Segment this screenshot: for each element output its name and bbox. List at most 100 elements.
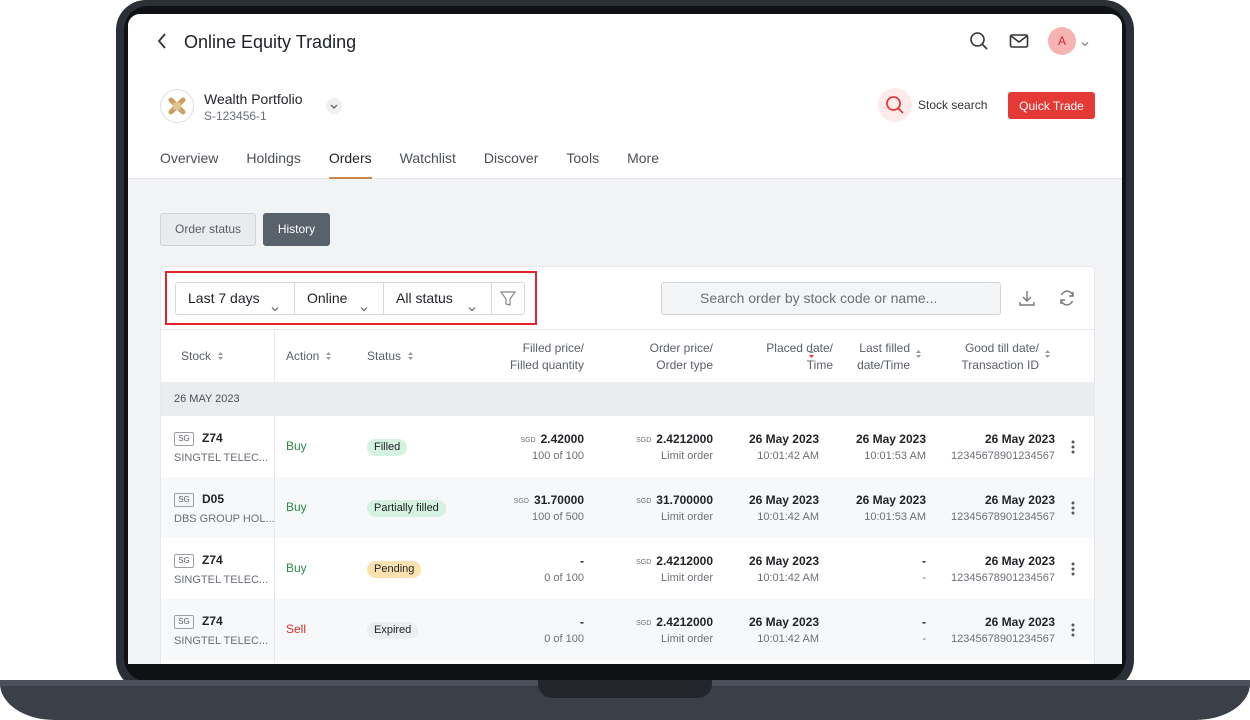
table-row[interactable]: SG Z74 SINGTEL TELEC... Buy Filled SGD 2.4… xyxy=(161,416,1094,477)
filled-quantity: 100 of 100 xyxy=(532,450,584,462)
col-last-label-2: date/Time xyxy=(857,358,910,372)
column-divider xyxy=(274,329,275,664)
search-icon[interactable] xyxy=(968,30,990,52)
last-filled-date: 26 May 2023 xyxy=(855,493,926,507)
orders-card: Last 7 days Online All status Search ord… xyxy=(160,266,1095,664)
portfolio-name: Wealth Portfolio xyxy=(204,91,303,107)
col-last-label-1: Last filled xyxy=(859,341,910,355)
currency-label: SGD xyxy=(636,620,652,627)
tab-orders[interactable]: Orders xyxy=(328,150,372,179)
stock-search-icon[interactable] xyxy=(878,88,912,122)
order-type: Limit order xyxy=(661,450,713,462)
last-filled-date: - xyxy=(922,554,926,568)
more-options-icon[interactable] xyxy=(1071,623,1075,637)
sort-desc-icon xyxy=(809,350,814,358)
market-badge: SG xyxy=(174,493,194,507)
market-badge: SG xyxy=(174,615,194,629)
table-header: Stock Action Status Filled price/Filled … xyxy=(161,329,1094,382)
last-filled-time: - xyxy=(922,572,926,584)
currency-label: SGD xyxy=(520,437,536,444)
stock-search-link[interactable]: Stock search xyxy=(918,98,987,112)
col-filled: Filled price/Filled quantity xyxy=(510,340,584,374)
sort-icon xyxy=(916,350,921,358)
tab-holdings[interactable]: Holdings xyxy=(246,150,300,179)
placed-time: 10:01:42 AM xyxy=(757,633,819,645)
more-options-icon[interactable] xyxy=(1071,562,1075,576)
tab-watchlist[interactable]: Watchlist xyxy=(400,150,456,179)
col-last-filled[interactable]: Last filled date/Time xyxy=(857,340,910,374)
col-order-label-1: Order price/ xyxy=(649,341,713,355)
placed-date: 26 May 2023 xyxy=(748,432,819,446)
order-price: 2.4212000 xyxy=(656,554,713,568)
portfolio-id: S-123456-1 xyxy=(204,109,267,123)
good-till-date: 26 May 2023 xyxy=(984,432,1055,446)
placed-date: 26 May 2023 xyxy=(748,554,819,568)
col-order: Order price/Order type xyxy=(650,340,713,374)
filled-price: - xyxy=(580,615,584,629)
market-badge: SG xyxy=(174,432,194,446)
col-placed-label-2: Time xyxy=(806,358,833,372)
chevron-down-icon[interactable] xyxy=(1080,36,1090,47)
quick-trade-button[interactable]: Quick Trade xyxy=(1008,92,1095,119)
tab-tools[interactable]: Tools xyxy=(566,150,599,179)
order-action: Buy xyxy=(286,561,307,575)
header: Online Equity Trading A Wealth Portfolio… xyxy=(128,14,1122,179)
order-status-toggle[interactable]: Order status xyxy=(160,213,256,246)
status-badge: Expired xyxy=(367,622,419,639)
col-placed[interactable]: Placed date/Time xyxy=(766,340,833,374)
order-type: Limit order xyxy=(661,511,713,523)
screen: Online Equity Trading A Wealth Portfolio… xyxy=(128,14,1122,664)
more-options-icon[interactable] xyxy=(1071,440,1075,454)
table-row[interactable]: SG D05 DBS GROUP HOL... Buy Partially fil… xyxy=(161,477,1094,538)
date-group-header: 26 MAY 2023 xyxy=(161,382,1094,416)
back-icon[interactable] xyxy=(156,30,168,56)
market-badge: SG xyxy=(174,554,194,568)
col-good-till[interactable]: Good till date/Transaction ID xyxy=(961,340,1039,374)
stock-code: Z74 xyxy=(202,614,223,628)
order-type: Limit order xyxy=(661,633,713,645)
nav-tabs: Overview Holdings Orders Watchlist Disco… xyxy=(160,150,659,179)
mail-icon[interactable] xyxy=(1008,30,1030,52)
stock-code: Z74 xyxy=(202,431,223,445)
col-good-label-2: Transaction ID xyxy=(961,358,1039,372)
order-action: Buy xyxy=(286,500,307,514)
filled-quantity: 0 of 100 xyxy=(544,572,584,584)
history-toggle[interactable]: History xyxy=(263,213,330,246)
col-order-label-2: Order type xyxy=(656,358,713,372)
order-action: Sell xyxy=(286,622,307,636)
portfolio-chevron-down-icon[interactable] xyxy=(326,98,342,114)
tab-discover[interactable]: Discover xyxy=(484,150,538,179)
download-icon[interactable] xyxy=(1017,288,1037,308)
avatar[interactable]: A xyxy=(1048,27,1076,55)
sort-icon xyxy=(1045,350,1050,358)
transaction-id: 12345678901234567 xyxy=(950,633,1055,645)
col-status[interactable]: Status xyxy=(367,348,414,365)
transaction-id: 12345678901234567 xyxy=(950,572,1055,584)
order-price: 31.700000 xyxy=(656,493,713,507)
order-search-input[interactable]: Search order by stock code or name... xyxy=(661,282,1001,315)
order-price: 2.4212000 xyxy=(656,432,713,446)
table-row[interactable]: SG Z74 SINGTEL TELEC... Buy Pending - 0 o… xyxy=(161,538,1094,599)
col-stock-label: Stock xyxy=(181,349,212,363)
col-stock[interactable]: Stock xyxy=(181,348,224,365)
more-options-icon[interactable] xyxy=(1071,501,1075,515)
sort-icon xyxy=(326,352,332,360)
col-action[interactable]: Action xyxy=(286,348,332,365)
col-filled-label-1: Filled price/ xyxy=(522,341,584,355)
tab-more[interactable]: More xyxy=(627,150,659,179)
placed-time: 10:01:42 AM xyxy=(757,450,819,462)
filled-price: - xyxy=(580,554,584,568)
refresh-icon[interactable] xyxy=(1057,288,1077,308)
currency-label: SGD xyxy=(636,437,652,444)
placed-time: 10:01:42 AM xyxy=(757,572,819,584)
last-filled-time: 10:01:53 AM xyxy=(864,450,926,462)
highlight-box xyxy=(165,271,537,325)
app-title: Online Equity Trading xyxy=(184,32,357,52)
order-action: Buy xyxy=(286,439,307,453)
table-row[interactable]: SG Z74 SINGTEL TELEC... Sell Expired - 0 … xyxy=(161,599,1094,660)
order-price: 2.4212000 xyxy=(656,615,713,629)
col-action-label: Action xyxy=(286,349,320,363)
tab-overview[interactable]: Overview xyxy=(160,150,218,179)
placed-date: 26 May 2023 xyxy=(748,493,819,507)
currency-label: SGD xyxy=(636,559,652,566)
